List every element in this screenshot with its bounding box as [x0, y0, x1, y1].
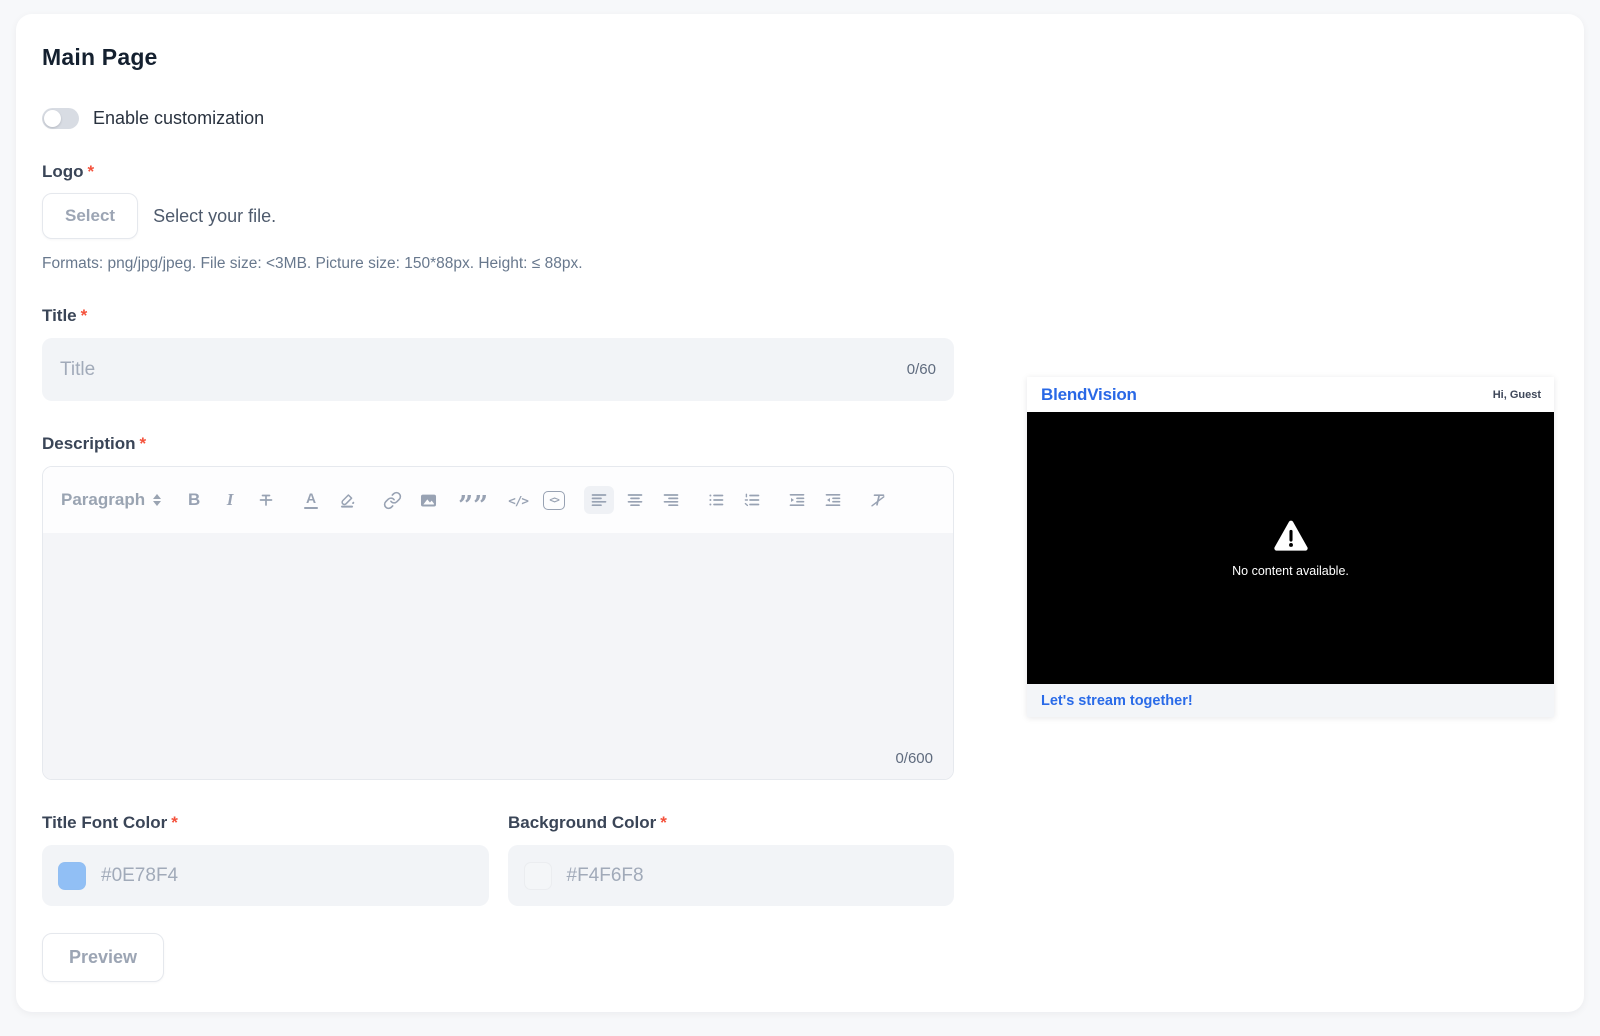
outdent-button[interactable]	[818, 486, 848, 514]
align-center-button[interactable]	[620, 486, 650, 514]
guest-greeting: Hi, Guest	[1492, 388, 1541, 401]
editor-toolbar: Paragraph B I A ”” </> <>	[43, 467, 953, 533]
bold-icon: B	[187, 490, 201, 509]
enable-customization-label: Enable customization	[93, 108, 265, 128]
warning-icon	[1273, 520, 1308, 551]
link-button[interactable]	[377, 486, 407, 514]
preview-footer: Let's stream together!	[1027, 684, 1554, 717]
align-right-icon	[663, 494, 679, 507]
image-button[interactable]	[413, 486, 443, 514]
required-asterisk: *	[80, 306, 88, 325]
font-color-icon: A	[304, 491, 319, 510]
title-char-counter: 0/60	[906, 361, 936, 378]
page-title: Main Page	[42, 44, 158, 70]
color-group: A	[296, 486, 362, 514]
italic-icon: I	[226, 490, 234, 509]
preview-video-area: No content available.	[1027, 412, 1554, 684]
strikethrough-button[interactable]	[251, 486, 281, 514]
preview-button[interactable]: Preview	[42, 933, 165, 982]
no-content-message: No content available.	[1232, 563, 1349, 578]
align-right-button[interactable]	[656, 486, 686, 514]
description-char-counter: 0/600	[895, 750, 933, 767]
insert-group	[377, 486, 443, 514]
title-label: Title *	[42, 306, 88, 325]
select-file-button[interactable]: Select	[42, 193, 139, 239]
stream-together-link[interactable]: Let's stream together!	[1041, 693, 1193, 709]
list-group	[701, 486, 767, 514]
blockquote-button[interactable]: ””	[458, 486, 489, 521]
logo-select-row: Select Select your file.	[42, 193, 954, 239]
code-group: </> <>	[503, 486, 569, 514]
indent-group	[782, 486, 848, 514]
clear-format-icon	[871, 494, 885, 507]
description-textarea[interactable]: 0/600	[43, 533, 953, 779]
link-icon	[383, 491, 401, 509]
background-color-swatch	[523, 861, 552, 890]
code-block-button[interactable]: <>	[539, 486, 569, 514]
background-color-field[interactable]: #F4F6F8	[507, 845, 954, 906]
inline-code-icon: </>	[508, 492, 529, 508]
preview-header: BlendVision Hi, Guest	[1027, 377, 1554, 412]
required-asterisk: *	[87, 162, 95, 181]
clear-format-button[interactable]	[863, 486, 893, 514]
bullet-list-button[interactable]	[701, 486, 731, 514]
logo-label: Logo *	[42, 162, 95, 181]
code-block-icon: <>	[543, 490, 566, 510]
inline-code-button[interactable]: </>	[503, 486, 533, 514]
ordered-list-button[interactable]	[737, 486, 767, 514]
required-asterisk: *	[171, 813, 178, 832]
align-group	[584, 486, 686, 514]
enable-customization-toggle[interactable]	[42, 108, 79, 129]
color-labels-row: Title Font Color * Background Color *	[42, 813, 954, 833]
bullet-list-icon	[709, 494, 724, 506]
align-center-icon	[627, 494, 643, 507]
text-style-group: B I	[179, 486, 281, 514]
indent-icon	[789, 493, 805, 507]
live-preview-widget: BlendVision Hi, Guest No content availab…	[1027, 377, 1554, 717]
title-font-color-label: Title Font Color *	[42, 813, 178, 832]
title-font-color-swatch	[58, 861, 86, 890]
brand-logo: BlendVision	[1041, 384, 1137, 404]
color-fields-row: #0E78F4 #F4F6F8	[42, 845, 954, 906]
enable-customization-row: Enable customization	[42, 108, 954, 129]
title-font-color-field[interactable]: #0E78F4	[42, 845, 489, 906]
outdent-icon	[825, 493, 841, 507]
highlight-color-icon	[341, 494, 355, 508]
customization-form: Main Page Enable customization Logo * Sel…	[42, 14, 954, 982]
description-editor: Paragraph B I A ”” </> <> 0/600	[42, 466, 954, 780]
indent-button[interactable]	[782, 486, 812, 514]
align-left-icon	[591, 494, 607, 507]
ordered-list-icon	[744, 493, 760, 507]
select-file-hint: Select your file.	[153, 205, 277, 226]
image-icon	[420, 494, 436, 506]
quote-group: ””	[458, 486, 489, 521]
required-asterisk: *	[660, 813, 667, 832]
description-label: Description *	[42, 434, 147, 453]
blockquote-icon: ””	[458, 491, 489, 521]
title-input[interactable]	[60, 358, 907, 381]
bold-button[interactable]: B	[179, 486, 209, 514]
background-color-value: #F4F6F8	[566, 864, 644, 886]
title-input-wrap: 0/60	[42, 338, 954, 401]
toggle-knob	[44, 110, 61, 127]
strikethrough-icon	[259, 494, 273, 506]
main-panel: Main Page Enable customization Logo * Sel…	[16, 14, 1584, 1012]
paragraph-style-select[interactable]: Paragraph	[61, 490, 162, 510]
clear-group	[863, 486, 893, 514]
logo-format-hint: Formats: png/jpg/jpeg. File size: <3MB. …	[42, 255, 583, 272]
italic-button[interactable]: I	[215, 486, 245, 514]
required-asterisk: *	[139, 434, 147, 453]
font-color-button[interactable]: A	[296, 486, 326, 514]
title-font-color-value: #0E78F4	[101, 864, 179, 886]
align-left-button[interactable]	[584, 486, 615, 514]
background-color-label: Background Color *	[508, 813, 667, 832]
chevron-updown-icon	[153, 494, 162, 506]
highlight-color-button[interactable]	[332, 486, 362, 514]
